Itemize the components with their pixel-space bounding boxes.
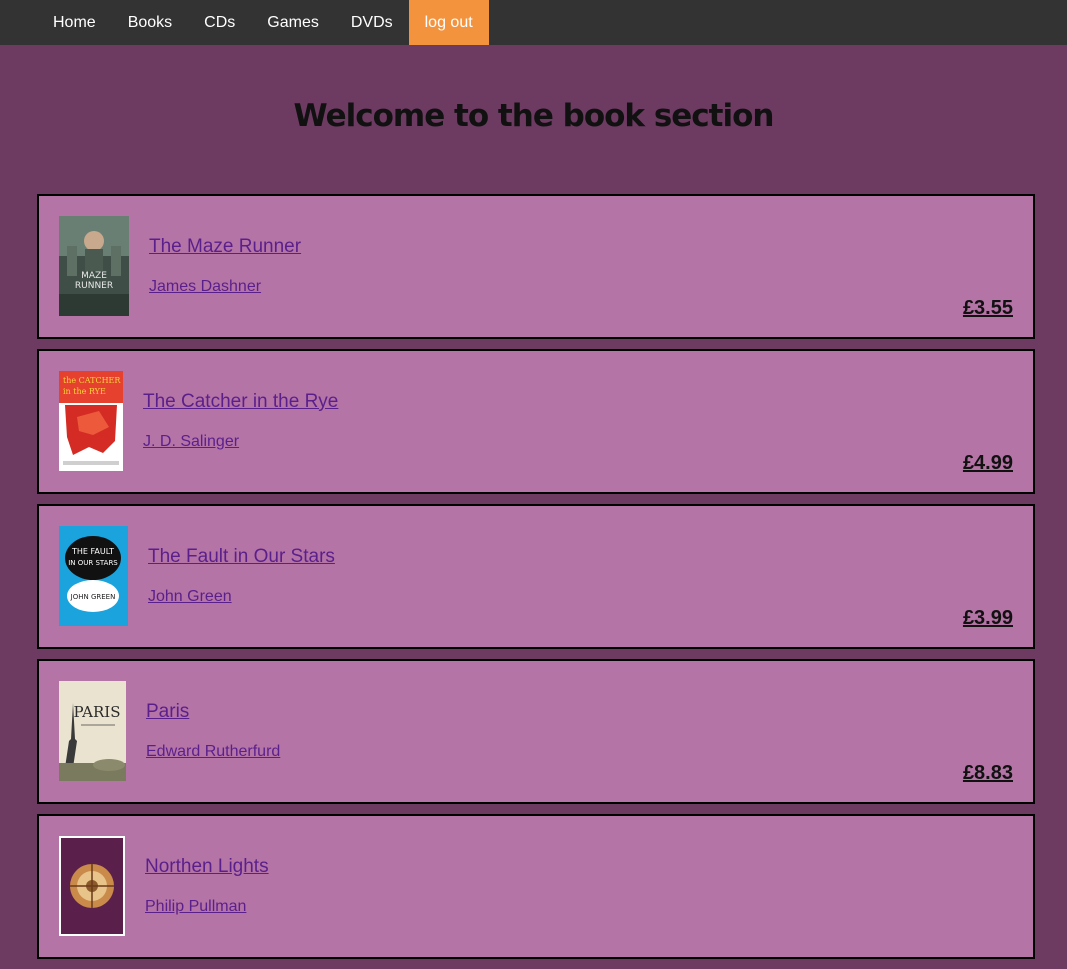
page-title: Welcome to the book section	[293, 98, 774, 134]
book-price: £3.55	[962, 297, 1013, 319]
book-card: PARIS Paris Edward Rutherfurd £8.83	[37, 659, 1035, 804]
svg-text:THE FAULT: THE FAULT	[71, 547, 114, 556]
top-navbar: Home Books CDs Games DVDs log out	[0, 0, 1067, 45]
book-card: the CATCHER in the RYE The Catcher in th…	[37, 349, 1035, 494]
svg-text:JOHN GREEN: JOHN GREEN	[70, 593, 116, 601]
catcher-in-the-rye-cover-icon[interactable]: the CATCHER in the RYE	[59, 371, 123, 471]
book-author-link[interactable]: Philip Pullman	[145, 898, 246, 916]
svg-text:MAZE: MAZE	[81, 271, 107, 281]
book-title-link[interactable]: The Maze Runner	[149, 236, 301, 258]
svg-text:IN OUR STARS: IN OUR STARS	[68, 559, 118, 567]
book-price: £3.99	[962, 607, 1013, 629]
book-author-link[interactable]: J. D. Salinger	[143, 433, 239, 451]
nav-dvds[interactable]: DVDs	[335, 0, 409, 45]
nav-logout[interactable]: log out	[408, 0, 489, 45]
book-card: Northen Lights Philip Pullman	[37, 814, 1035, 959]
book-title-link[interactable]: Paris	[146, 701, 189, 723]
paris-cover-icon[interactable]: PARIS	[59, 681, 126, 781]
fault-in-our-stars-cover-icon[interactable]: THE FAULT IN OUR STARS JOHN GREEN	[59, 526, 128, 626]
book-list: MAZE RUNNER The Maze Runner James Dashne…	[37, 194, 1035, 969]
book-author-link[interactable]: James Dashner	[149, 278, 261, 296]
book-card: THE FAULT IN OUR STARS JOHN GREEN The Fa…	[37, 504, 1035, 649]
svg-text:RUNNER: RUNNER	[75, 281, 113, 291]
book-author-link[interactable]: Edward Rutherfurd	[146, 743, 280, 761]
nav-books[interactable]: Books	[112, 0, 188, 45]
svg-text:the CATCHER: the CATCHER	[63, 376, 121, 385]
maze-runner-cover-icon[interactable]: MAZE RUNNER	[59, 216, 129, 316]
northern-lights-cover-icon[interactable]	[59, 836, 125, 936]
book-title-link[interactable]: The Catcher in the Rye	[143, 391, 338, 413]
nav-home[interactable]: Home	[37, 0, 112, 45]
book-price: £8.83	[962, 762, 1013, 784]
svg-text:in the RYE: in the RYE	[63, 387, 106, 396]
book-title-link[interactable]: Northen Lights	[145, 856, 269, 878]
nav-cds[interactable]: CDs	[188, 0, 251, 45]
book-card: MAZE RUNNER The Maze Runner James Dashne…	[37, 194, 1035, 339]
nav-games[interactable]: Games	[251, 0, 335, 45]
book-title-link[interactable]: The Fault in Our Stars	[148, 546, 335, 568]
book-author-link[interactable]: John Green	[148, 588, 232, 606]
svg-text:PARIS: PARIS	[73, 703, 120, 721]
book-price: £4.99	[962, 452, 1013, 474]
